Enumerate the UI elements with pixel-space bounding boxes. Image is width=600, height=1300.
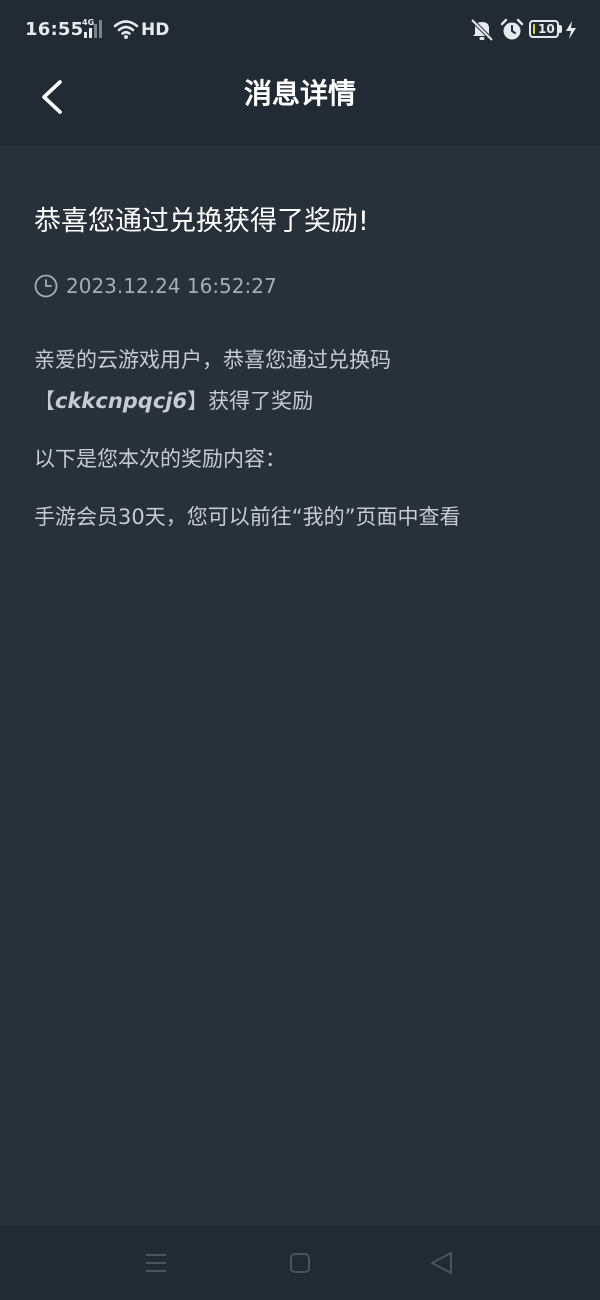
- screen: 16:55 4G HD 10 消息详情 恭喜您通过兑换获得了奖励! 2023.1…: [0, 0, 600, 1300]
- clock-icon: [34, 274, 58, 298]
- nav-header: 消息详情: [0, 60, 600, 146]
- home-icon: [290, 1253, 310, 1273]
- body-paragraph-2: 以下是您本次的奖励内容：: [34, 447, 286, 471]
- charging-icon: [565, 20, 577, 40]
- battery-level: 10: [538, 22, 555, 36]
- body-paragraph-3: 手游会员30天，您可以前往“我的”页面中查看: [34, 505, 461, 529]
- battery-fill: [533, 24, 535, 34]
- wifi-icon: [113, 18, 139, 40]
- status-time: 16:55: [25, 19, 84, 40]
- page-title: 消息详情: [243, 77, 356, 110]
- message-time-row: 2023.12.24 16:52:27: [34, 272, 277, 300]
- status-bar: 16:55 4G HD 10: [0, 0, 600, 60]
- wifi-hd-label: HD: [141, 20, 170, 40]
- bell-off-icon: [470, 17, 494, 43]
- battery-cap: [559, 25, 562, 33]
- alarm-icon: [500, 17, 524, 43]
- signal-icon: 4G: [82, 18, 110, 40]
- home-button[interactable]: [285, 1248, 315, 1278]
- redeem-code: ckkcnpqcj6: [55, 389, 188, 413]
- message-time: 2023.12.24 16:52:27: [66, 274, 277, 298]
- code-bracket-open: 【: [34, 389, 55, 413]
- body-greeting: 亲爱的云游戏用户，恭喜您通过兑换码: [34, 348, 391, 372]
- back-triangle-icon: [431, 1252, 452, 1274]
- code-bracket-close: 】: [187, 389, 209, 413]
- menu-icon: [146, 1254, 166, 1272]
- body-paragraph-1: 亲爱的云游戏用户，恭喜您通过兑换码 【ckkcnpqcj6】获得了奖励: [34, 340, 574, 422]
- battery-icon: 10: [529, 20, 559, 38]
- system-back-button[interactable]: [427, 1248, 457, 1278]
- system-nav-bar: [0, 1226, 600, 1300]
- message-title: 恭喜您通过兑换获得了奖励!: [34, 206, 369, 237]
- message-body: 亲爱的云游戏用户，恭喜您通过兑换码 【ckkcnpqcj6】获得了奖励 以下是您本…: [34, 340, 574, 538]
- menu-button[interactable]: [141, 1248, 171, 1278]
- header: 16:55 4G HD 10 消息详情: [0, 0, 600, 146]
- body-reward-text: 获得了奖励: [208, 389, 314, 413]
